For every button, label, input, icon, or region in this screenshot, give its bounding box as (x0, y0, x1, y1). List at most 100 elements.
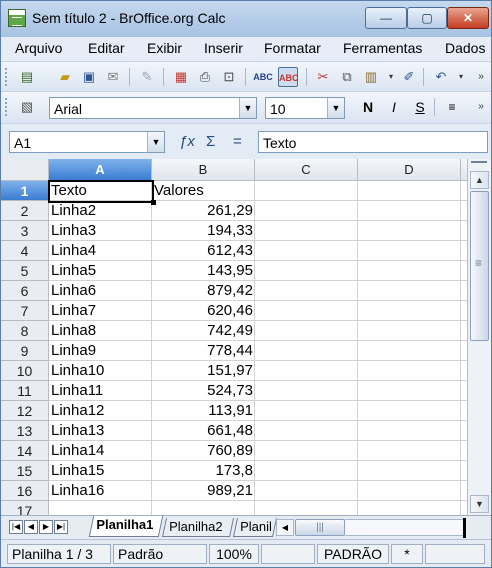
cell-text[interactable]: Linha4 (51, 241, 151, 261)
menu-ferramentas[interactable]: Ferramentas (343, 40, 422, 56)
name-box[interactable]: A1 ▼ (9, 131, 165, 153)
undo-icon[interactable]: ↶ (431, 67, 451, 87)
menu-editar[interactable]: Editar (88, 40, 125, 56)
cell-text[interactable]: Linha3 (51, 221, 151, 241)
spellcheck-icon[interactable]: ABC (253, 67, 273, 87)
row-header[interactable]: 13 (1, 421, 49, 441)
cell-text[interactable]: Linha12 (51, 401, 151, 421)
undo-dropdown-icon[interactable]: ▾ (451, 67, 471, 87)
column-header-b[interactable]: B (152, 159, 255, 181)
chevron-down-icon[interactable]: ▼ (327, 98, 344, 118)
status-sheet[interactable]: Planilha 1 / 3 (7, 544, 111, 564)
cell-value[interactable]: 151,97 (152, 361, 253, 381)
copy-icon[interactable]: ⧉ (337, 67, 357, 87)
row-header[interactable]: 3 (1, 221, 49, 241)
row-header[interactable]: 11 (1, 381, 49, 401)
paste-dropdown-icon[interactable]: ▾ (381, 67, 401, 87)
row-header[interactable]: 8 (1, 321, 49, 341)
cell-text[interactable]: Linha11 (51, 381, 151, 401)
cell-value[interactable]: 524,73 (152, 381, 253, 401)
menu-arquivo[interactable]: Arquivo (15, 40, 62, 56)
cell-text[interactable]: Linha15 (51, 461, 151, 481)
edit-file-icon[interactable]: ✎ (137, 67, 157, 87)
function-icon[interactable]: = (233, 133, 242, 150)
row-header[interactable]: 15 (1, 461, 49, 481)
cell-value[interactable]: 612,43 (152, 241, 253, 261)
cell-b1[interactable]: Valores (154, 181, 254, 201)
cell-text[interactable]: Linha5 (51, 261, 151, 281)
underline-button[interactable]: S (410, 97, 430, 117)
sheet-tab-planilha1[interactable]: Planilha1 (88, 516, 164, 537)
toolbar-grip[interactable] (5, 98, 9, 116)
minimize-button[interactable]: — (365, 7, 407, 29)
row-header[interactable]: 12 (1, 401, 49, 421)
spreadsheet-grid[interactable]: A B C D 1 Texto Valores 2 3 4 5 6 7 8 9 10 11 12 13… (1, 159, 467, 515)
font-name-combo[interactable]: Arial ▼ (49, 97, 257, 119)
toolbar-overflow-icon[interactable]: » (471, 97, 491, 117)
cell-text[interactable]: Linha13 (51, 421, 151, 441)
row-header[interactable]: 7 (1, 301, 49, 321)
toolbar-grip[interactable] (5, 68, 9, 86)
last-sheet-button[interactable]: ▶| (54, 520, 68, 534)
horizontal-scroll-track[interactable] (345, 519, 463, 536)
row-header[interactable]: 2 (1, 201, 49, 221)
cell-text[interactable]: Linha16 (51, 481, 151, 501)
italic-button[interactable]: I (384, 97, 404, 117)
row-header[interactable]: 6 (1, 281, 49, 301)
sum-icon[interactable]: Σ (206, 133, 215, 150)
split-handle[interactable] (471, 161, 487, 169)
select-all-corner[interactable] (1, 159, 49, 181)
horizontal-scroll-thumb[interactable]: ||| (295, 519, 345, 536)
next-sheet-button[interactable]: ▶ (39, 520, 53, 534)
row-header[interactable]: 16 (1, 481, 49, 501)
chevron-down-icon[interactable]: ▼ (147, 132, 164, 152)
cell-text[interactable]: Linha7 (51, 301, 151, 321)
status-selection-mode[interactable]: PADRÃO (317, 544, 389, 564)
scroll-up-button[interactable]: ▲ (470, 171, 489, 189)
maximize-button[interactable]: ▢ (407, 7, 447, 29)
close-button[interactable]: ✕ (447, 7, 489, 29)
status-page-style[interactable]: Padrão (113, 544, 207, 564)
row-header[interactable]: 9 (1, 341, 49, 361)
formula-input[interactable]: Texto (258, 131, 488, 153)
font-size-combo[interactable]: 10 ▼ (265, 97, 345, 119)
cell-value[interactable]: 620,46 (152, 301, 253, 321)
save-icon[interactable]: ▣ (79, 67, 99, 87)
row-header[interactable]: 5 (1, 261, 49, 281)
cut-icon[interactable]: ✂ (313, 67, 333, 87)
cell-text[interactable]: Linha9 (51, 341, 151, 361)
open-icon[interactable]: ▰ (55, 67, 75, 87)
row-header-1[interactable]: 1 (1, 181, 49, 201)
cell-value[interactable]: 173,8 (152, 461, 253, 481)
cell-value[interactable]: 742,49 (152, 321, 253, 341)
cell-text[interactable]: Linha2 (51, 201, 151, 221)
vertical-scrollbar[interactable]: ▲ ▼ (467, 159, 491, 515)
styles-icon[interactable]: ▧ (17, 97, 37, 117)
paste-icon[interactable]: ▥ (361, 67, 381, 87)
status-zoom[interactable]: 100% (209, 544, 259, 564)
print-icon[interactable]: ⎙ (195, 67, 215, 87)
cell-value[interactable]: 989,21 (152, 481, 253, 501)
menu-inserir[interactable]: Inserir (204, 40, 243, 56)
vertical-scroll-thumb[interactable] (470, 191, 489, 341)
column-header-c[interactable]: C (255, 159, 358, 181)
autospellcheck-icon[interactable]: ABC (278, 67, 299, 87)
chevron-down-icon[interactable]: ▼ (239, 98, 256, 118)
cell-value[interactable]: 661,48 (152, 421, 253, 441)
scroll-down-button[interactable]: ▼ (470, 495, 489, 513)
cell-value[interactable]: 778,44 (152, 341, 253, 361)
column-header-d[interactable]: D (358, 159, 461, 181)
scroll-left-button[interactable]: ◀ (276, 519, 294, 536)
export-pdf-icon[interactable]: ▦ (171, 67, 191, 87)
cell-value[interactable]: 879,42 (152, 281, 253, 301)
previous-sheet-button[interactable]: ◀ (24, 520, 38, 534)
function-wizard-icon[interactable]: ƒx (179, 133, 195, 150)
cell-value[interactable]: 261,29 (152, 201, 253, 221)
email-icon[interactable]: ✉ (103, 67, 123, 87)
column-header-a[interactable]: A (49, 159, 152, 181)
cell-value[interactable]: 143,95 (152, 261, 253, 281)
menu-dados[interactable]: Dados (445, 40, 485, 56)
format-paintbrush-icon[interactable]: ✐ (399, 67, 419, 87)
menu-exibir[interactable]: Exibir (147, 40, 182, 56)
status-signature[interactable] (425, 544, 485, 564)
